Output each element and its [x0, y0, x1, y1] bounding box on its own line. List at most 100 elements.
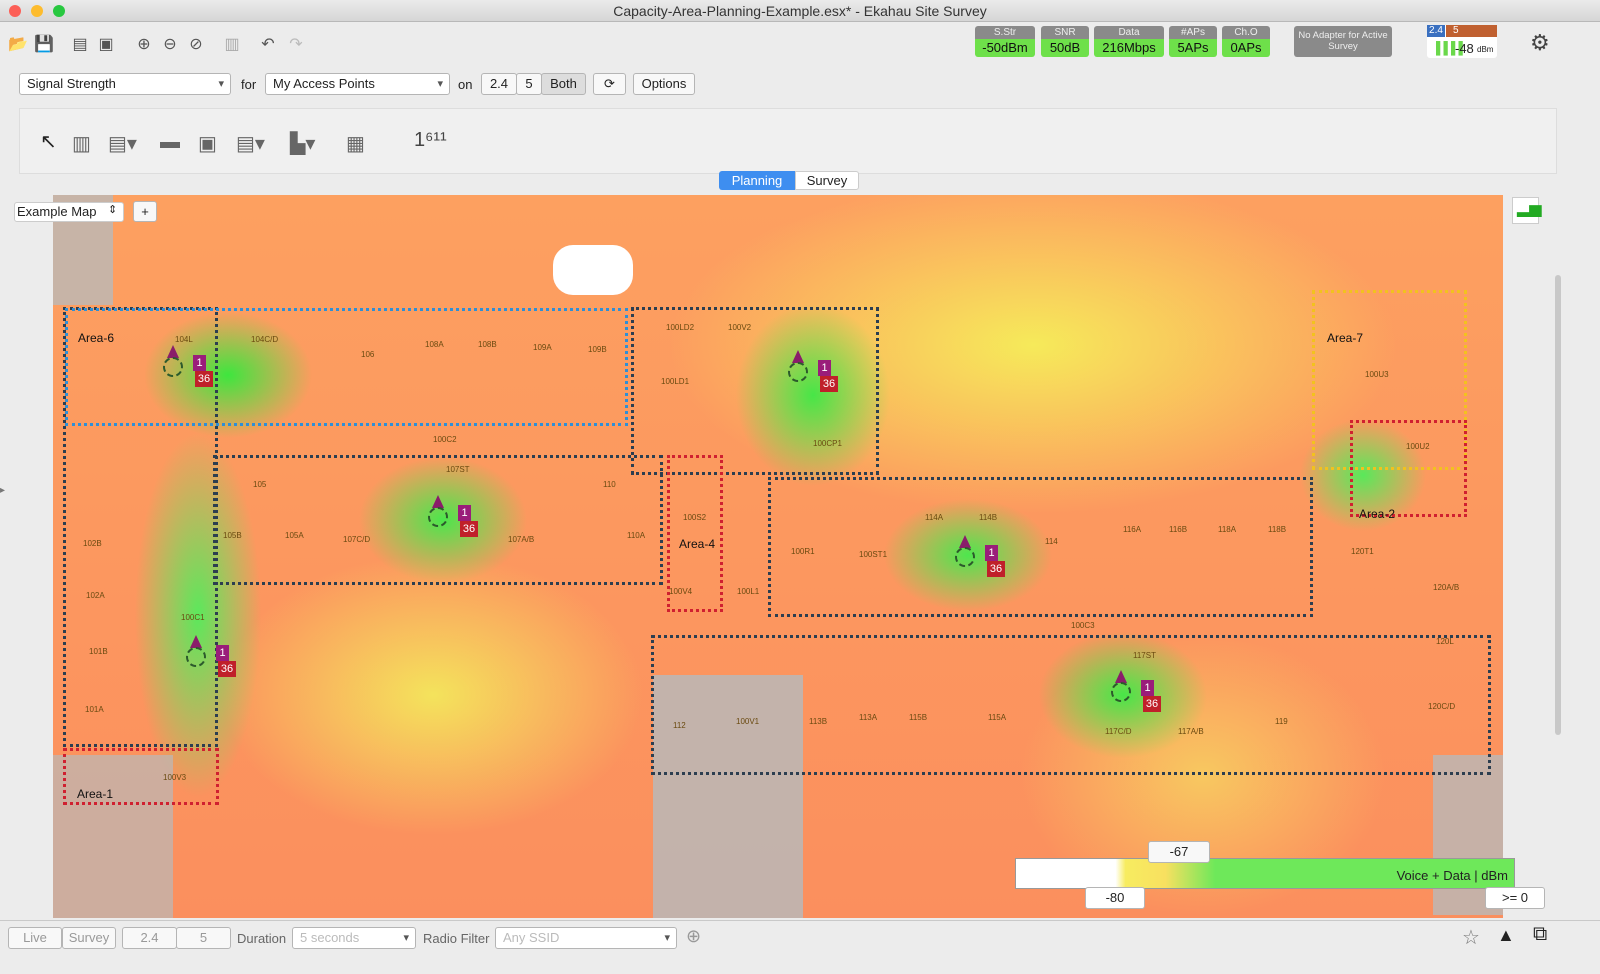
room-label: 110 [603, 480, 616, 489]
ap-source-select[interactable]: My Access Points [265, 73, 450, 95]
room-label: 100U3 [1365, 370, 1389, 379]
attenuation-area-icon[interactable]: ▬ [160, 131, 180, 154]
room-label: 117A/B [1178, 727, 1204, 736]
tab-planning[interactable]: Planning [719, 171, 795, 190]
duration-select[interactable]: 5 seconds [292, 927, 416, 949]
room-label: 100S2 [683, 513, 707, 522]
room-label: 100U2 [1406, 442, 1430, 451]
adapter-status: No Adapter for Active Survey [1294, 26, 1392, 57]
band-5-button[interactable]: 5 [516, 73, 542, 95]
area-label[interactable]: Area-6 [78, 331, 114, 345]
tab-survey[interactable]: Survey [795, 171, 859, 190]
save-icon[interactable]: 💾 [34, 36, 54, 54]
room-label: 107A/B [508, 535, 535, 544]
vertical-scrollbar[interactable] [1555, 275, 1561, 735]
ap-coverage-icon [163, 357, 183, 377]
band-both-button[interactable]: Both [541, 73, 586, 95]
room-label: 120C/D [1428, 702, 1456, 711]
redo-icon[interactable]: ↷ [286, 36, 306, 54]
export-icon[interactable]: ▤ [70, 36, 90, 54]
legend-max-input[interactable]: >= 0 [1485, 887, 1545, 909]
room-label: 100V2 [728, 323, 752, 332]
bottom-band-24[interactable]: 2.4 [122, 927, 177, 949]
room-label: 110A [627, 531, 646, 540]
room-label: 109B [588, 345, 607, 354]
room-label: 104L [175, 335, 193, 344]
duration-label: Duration [237, 931, 287, 946]
channel-planner-icon[interactable]: 1⁶¹¹ [414, 129, 447, 152]
room-label: 108B [478, 340, 497, 349]
area-label[interactable]: Area-2 [1359, 507, 1395, 521]
ap-coverage-icon [955, 547, 975, 567]
live-button[interactable]: Live [8, 927, 62, 949]
room-label: 116B [1169, 525, 1188, 534]
room-label: 115A [988, 713, 1007, 722]
maximize-window-button[interactable] [53, 5, 65, 17]
room-label: 105 [253, 480, 267, 489]
snr-stat: SNR 50dB [1041, 26, 1089, 57]
band-signal-indicator: 2.4 5 ▌▌▌▌ -48 dBm [1427, 25, 1497, 58]
popout-icon[interactable]: ⧉ [1533, 923, 1547, 946]
add-map-button[interactable]: + [133, 201, 157, 222]
room-label: 114A [925, 513, 944, 522]
room-label: 100V1 [736, 717, 760, 726]
settings-gear-icon[interactable]: ⚙ [1530, 30, 1550, 56]
floor-tool-icon[interactable]: ▙▾ [290, 131, 315, 156]
triangle-up-icon[interactable]: ▲ [1497, 925, 1515, 946]
window-title: Capacity-Area-Planning-Example.esx* - Ek… [613, 3, 987, 19]
room-label: 108A [425, 340, 444, 349]
side-panel-toggle[interactable]: ▸ [0, 485, 10, 501]
wall-type-tool-icon[interactable]: ▤▾ [108, 131, 137, 156]
open-icon[interactable]: 📂 [8, 36, 28, 54]
options-button[interactable]: Options [633, 73, 695, 95]
zoom-out-icon[interactable]: ⊖ [160, 36, 180, 54]
ap-coverage-icon [1111, 682, 1131, 702]
ap-count-stat: #APs 5APs [1169, 26, 1217, 57]
for-label: for [241, 77, 257, 92]
room-label: 100V3 [163, 773, 187, 782]
visualization-select[interactable]: Signal Strength [19, 73, 231, 95]
room-label: 117ST [1133, 651, 1156, 660]
import-icon[interactable]: ▣ [96, 36, 116, 54]
room-label: 107C/D [343, 535, 371, 544]
select-tool-icon[interactable]: ↖ [40, 129, 57, 154]
room-label: 105B [223, 531, 242, 540]
star-icon[interactable]: ☆ [1462, 925, 1480, 950]
zoom-in-icon[interactable]: ⊕ [134, 36, 154, 54]
radio-filter-select[interactable]: Any SSID [495, 927, 677, 949]
legend-chart-icon[interactable]: ▂▅ [1512, 197, 1542, 224]
legend-min-input[interactable]: -80 [1085, 887, 1145, 909]
chart-icon[interactable]: ▥ [222, 36, 242, 54]
capacity-area-icon[interactable]: ▣ [198, 131, 217, 156]
minimize-window-button[interactable] [31, 5, 43, 17]
band-24-button[interactable]: 2.4 [481, 73, 517, 95]
area-label[interactable]: Area-1 [77, 787, 113, 801]
room-label: 120T1 [1351, 547, 1374, 556]
ap-placement-icon[interactable]: ▦ [346, 131, 365, 156]
radio-filter-label: Radio Filter [423, 931, 490, 946]
wall-tool-icon[interactable]: ▥ [72, 131, 91, 156]
room-label: 101B [89, 647, 108, 656]
title-bar: Capacity-Area-Planning-Example.esx* - Ek… [0, 0, 1600, 22]
close-window-button[interactable] [9, 5, 21, 17]
room-label: 117C/D [1105, 727, 1132, 736]
room-label: 120A/B [1433, 583, 1460, 592]
signal-legend-bar: Voice + Data | dBm [1015, 858, 1515, 889]
area-label[interactable]: Area-7 [1327, 331, 1363, 345]
room-label: 102A [86, 591, 105, 600]
survey-button[interactable]: Survey [62, 927, 116, 949]
room-label: 114B [979, 513, 998, 522]
room-label: 100L1 [737, 587, 760, 596]
bottom-band-5[interactable]: 5 [176, 927, 231, 949]
refresh-icon: ⟳ [604, 76, 615, 91]
legend-threshold-handle[interactable]: -67 [1148, 841, 1210, 863]
notes-tool-icon[interactable]: ▤▾ [236, 131, 265, 156]
tool-palette: ↖ ▥ ▤▾ ▬ ▣ ▤▾ ▙▾ ▦ 1⁶¹¹ [19, 108, 1557, 174]
area-label[interactable]: Area-4 [679, 537, 715, 551]
zoom-fit-icon[interactable]: ⊘ [186, 36, 206, 54]
room-label: 101A [85, 705, 104, 714]
magnifier-icon[interactable]: ⊕ [686, 926, 701, 947]
refresh-button[interactable]: ⟳ [593, 73, 626, 95]
undo-icon[interactable]: ↶ [258, 36, 278, 54]
heatmap-canvas[interactable]: Area-6 Area-7 Area-2 Area-4 Area-1 1 36 1 3… [53, 195, 1503, 918]
